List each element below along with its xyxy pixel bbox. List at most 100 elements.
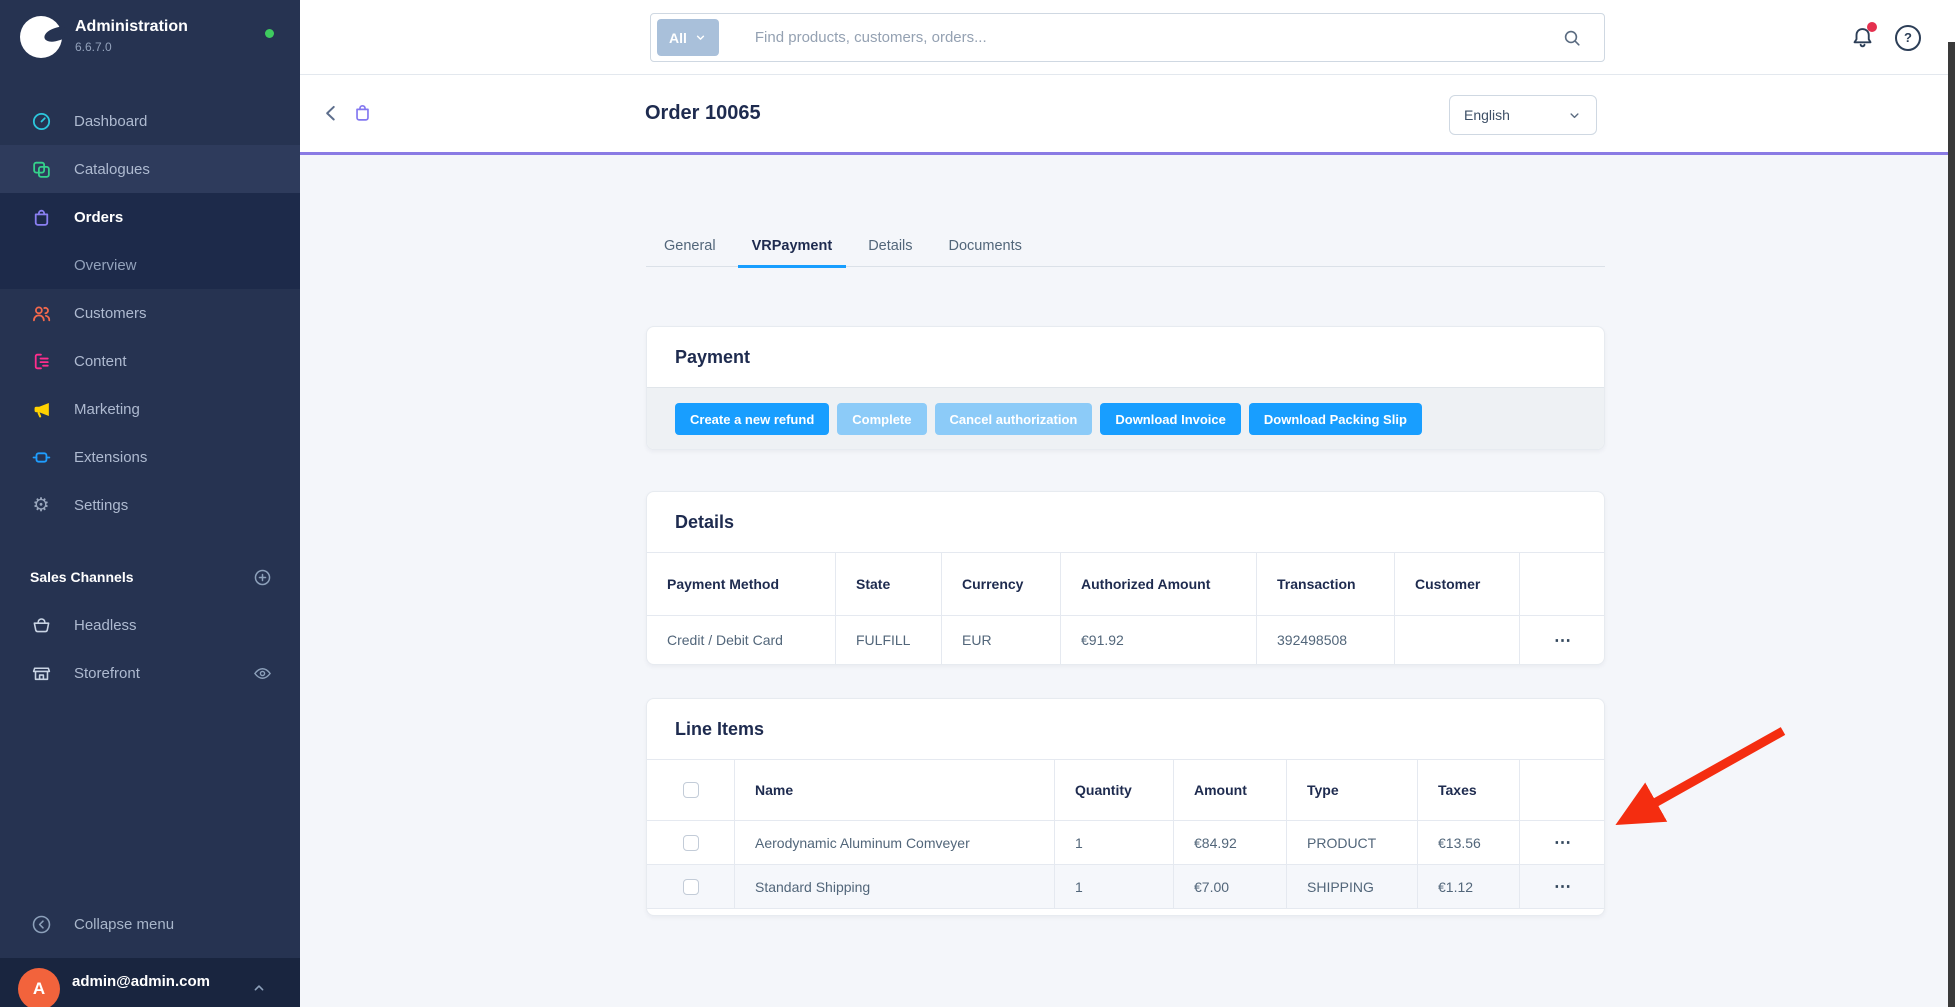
cell-customer xyxy=(1394,616,1519,664)
sidebar-item-label: Overview xyxy=(74,257,137,274)
language-value: English xyxy=(1464,107,1510,123)
sidebar-item-label: Extensions xyxy=(74,449,147,466)
sidebar-item-marketing[interactable]: Marketing xyxy=(0,385,300,433)
basket-icon xyxy=(30,614,52,636)
download-invoice-button[interactable]: Download Invoice xyxy=(1100,403,1241,435)
tab-details[interactable]: Details xyxy=(854,228,926,268)
sidebar-item-dashboard[interactable]: Dashboard xyxy=(0,97,300,145)
sidebar-item-label: Storefront xyxy=(74,665,140,682)
tab-documents[interactable]: Documents xyxy=(935,228,1036,268)
eye-icon[interactable] xyxy=(253,664,272,683)
notifications-button[interactable] xyxy=(1850,25,1875,50)
download-packing-slip-button[interactable]: Download Packing Slip xyxy=(1249,403,1422,435)
context-menu-button[interactable]: ⋯ xyxy=(1554,834,1572,851)
cancel-authorization-button[interactable]: Cancel authorization xyxy=(935,403,1093,435)
shopware-logo-icon xyxy=(20,16,62,58)
complete-button[interactable]: Complete xyxy=(837,403,926,435)
notification-badge xyxy=(1867,22,1877,32)
details-card: Details Payment Method State Currency Au… xyxy=(646,491,1605,665)
collapse-menu-label: Collapse menu xyxy=(74,916,174,933)
sidebar-item-customers[interactable]: Customers xyxy=(0,289,300,337)
chevron-up-icon xyxy=(250,978,268,996)
column-header: State xyxy=(835,553,941,615)
collapse-chevron-icon xyxy=(30,913,52,935)
sidebar-item-label: Catalogues xyxy=(74,161,150,178)
context-menu-button[interactable]: ⋯ xyxy=(1554,878,1572,895)
details-table-row: Credit / Debit Card FULFILL EUR €91.92 3… xyxy=(647,616,1604,664)
sidebar-item-label: Settings xyxy=(74,497,128,514)
tab-general[interactable]: General xyxy=(650,228,730,268)
admin-page: Administration 6.6.7.0 Dashboard Catalog… xyxy=(0,0,1955,1007)
top-bar: All ? xyxy=(300,0,1955,75)
line-items-card: Line Items Name Quantity Amount Type Tax… xyxy=(646,698,1605,916)
line-items-table-header: Name Quantity Amount Type Taxes xyxy=(647,759,1604,821)
collapse-menu-button[interactable]: Collapse menu xyxy=(0,900,300,948)
tab-vrpayment[interactable]: VRPayment xyxy=(738,228,847,268)
catalogues-icon xyxy=(30,158,52,180)
cell-amount: €84.92 xyxy=(1173,821,1286,864)
cell-currency: EUR xyxy=(941,616,1060,664)
cell-authorized-amount: €91.92 xyxy=(1060,616,1256,664)
help-button[interactable]: ? xyxy=(1895,25,1921,51)
column-header: Type xyxy=(1286,760,1417,820)
gear-icon: ⚙ xyxy=(30,494,52,516)
search-scope-dropdown[interactable]: All xyxy=(657,19,719,56)
sidebar-item-extensions[interactable]: Extensions xyxy=(0,433,300,481)
extensions-icon xyxy=(30,446,52,468)
smart-bar: Order 10065 English xyxy=(300,75,1955,155)
avatar: A xyxy=(18,968,60,1007)
column-header-actions xyxy=(1519,553,1605,615)
brand-header: Administration 6.6.7.0 xyxy=(0,0,300,97)
sidebar-item-content[interactable]: Content xyxy=(0,337,300,385)
sales-channels-label: Sales Channels xyxy=(30,569,134,585)
sales-channels-list: Headless Storefront xyxy=(0,601,300,697)
column-header: Quantity xyxy=(1054,760,1173,820)
sidebar-item-label: Marketing xyxy=(74,401,140,418)
payment-card: Payment Create a new refund Complete Can… xyxy=(646,326,1605,450)
search-input[interactable] xyxy=(719,29,1562,46)
sidebar-item-label: Customers xyxy=(74,305,147,322)
customers-icon xyxy=(30,302,52,324)
row-checkbox[interactable] xyxy=(683,879,699,895)
search-icon[interactable] xyxy=(1562,28,1582,48)
sidebar-item-catalogues[interactable]: Catalogues xyxy=(0,145,300,193)
line-items-card-title: Line Items xyxy=(647,699,1604,759)
cell-state: FULFILL xyxy=(835,616,941,664)
create-refund-button[interactable]: Create a new refund xyxy=(675,403,829,435)
context-menu-button[interactable]: ⋯ xyxy=(1554,632,1572,649)
cell-name: Aerodynamic Aluminum Comveyer xyxy=(734,821,1054,864)
payment-actions: Create a new refund Complete Cancel auth… xyxy=(647,387,1604,450)
order-page-icon xyxy=(352,102,373,123)
global-search: All xyxy=(650,13,1605,62)
vertical-scrollbar[interactable] xyxy=(1948,42,1955,1007)
language-selector[interactable]: English xyxy=(1449,95,1597,135)
sidebar-item-label: Content xyxy=(74,353,127,370)
sidebar-item-orders[interactable]: Orders xyxy=(0,193,300,241)
sidebar-nav: Dashboard Catalogues Orders Overview xyxy=(0,97,300,529)
cell-type: SHIPPING xyxy=(1286,865,1417,908)
details-table-header: Payment Method State Currency Authorized… xyxy=(647,552,1604,616)
cell-amount: €7.00 xyxy=(1173,865,1286,908)
column-header-actions xyxy=(1519,760,1605,820)
user-menu[interactable]: A admin@admin.com xyxy=(0,958,300,1007)
column-header: Customer xyxy=(1394,553,1519,615)
column-header: Transaction xyxy=(1256,553,1394,615)
main-content: General VRPayment Details Documents Paym… xyxy=(300,158,1955,1007)
sidebar-item-label: Orders xyxy=(74,209,123,226)
payment-card-title: Payment xyxy=(647,327,1604,387)
help-icon: ? xyxy=(1904,30,1912,45)
cell-quantity: 1 xyxy=(1054,865,1173,908)
back-button[interactable] xyxy=(320,102,342,124)
add-sales-channel-button[interactable] xyxy=(253,568,272,587)
storefront-icon xyxy=(30,662,52,684)
row-checkbox[interactable] xyxy=(683,835,699,851)
sidebar-item-headless[interactable]: Headless xyxy=(0,601,300,649)
sidebar-item-storefront[interactable]: Storefront xyxy=(0,649,300,697)
column-header: Payment Method xyxy=(647,553,835,615)
cell-taxes: €1.12 xyxy=(1417,865,1519,908)
app-version: 6.6.7.0 xyxy=(75,40,112,54)
select-all-checkbox[interactable] xyxy=(683,782,699,798)
cell-taxes: €13.56 xyxy=(1417,821,1519,864)
sidebar-item-orders-overview[interactable]: Overview xyxy=(0,241,300,289)
sidebar-item-settings[interactable]: ⚙ Settings xyxy=(0,481,300,529)
